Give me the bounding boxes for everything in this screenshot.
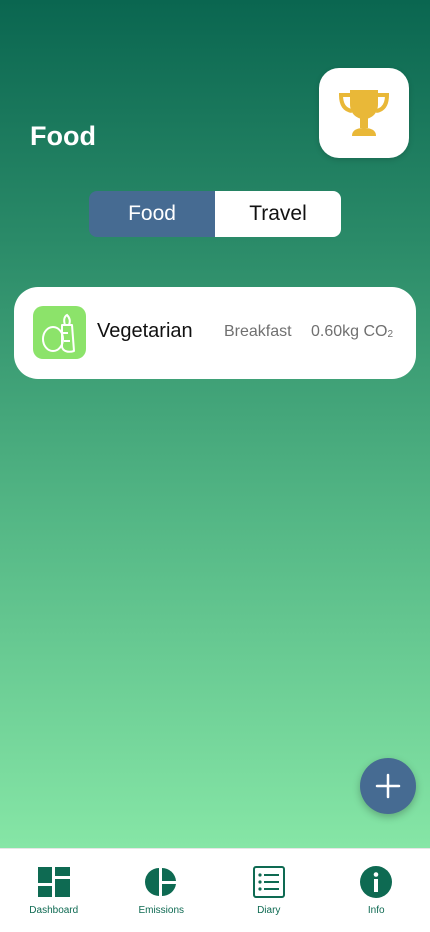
tab-label-info: Info bbox=[367, 905, 385, 916]
entry-meal: Breakfast bbox=[224, 323, 292, 340]
dashboard-icon bbox=[37, 865, 71, 899]
trophy-icon bbox=[338, 90, 390, 136]
entry-co2-value: 0.60kg CO bbox=[311, 323, 388, 340]
tab-info[interactable]: Info bbox=[323, 849, 430, 932]
segment-travel[interactable]: Travel bbox=[215, 191, 341, 237]
tab-dashboard[interactable]: Dashboard bbox=[0, 849, 108, 932]
add-entry-button[interactable] bbox=[360, 758, 416, 814]
entry-co2-subscript: 2 bbox=[387, 329, 394, 340]
diary-entry-card[interactable]: Vegetarian Breakfast 0.60kg CO2 bbox=[14, 287, 416, 379]
main-screen: Food Food Travel Vegetarian Breakfast 0.… bbox=[0, 0, 430, 848]
tab-label-diary: Diary bbox=[257, 905, 281, 916]
info-icon bbox=[359, 865, 393, 899]
entry-co2: 0.60kg CO2 bbox=[311, 323, 393, 341]
page-title: Food bbox=[30, 121, 96, 151]
pie-chart-icon bbox=[144, 865, 178, 899]
entry-name: Vegetarian bbox=[97, 320, 193, 342]
tab-emissions[interactable]: Emissions bbox=[108, 849, 216, 932]
category-segmented-control: Food Travel bbox=[89, 191, 341, 237]
list-icon bbox=[252, 865, 286, 899]
plus-icon bbox=[375, 773, 401, 799]
achievements-button[interactable] bbox=[319, 68, 409, 158]
tab-label-emissions: Emissions bbox=[138, 905, 185, 916]
tab-label-dashboard: Dashboard bbox=[29, 905, 79, 916]
tab-bar: Dashboard Emissions Diary Info bbox=[0, 848, 430, 932]
tab-diary[interactable]: Diary bbox=[215, 849, 323, 932]
vegetables-icon bbox=[33, 306, 86, 359]
segment-food[interactable]: Food bbox=[89, 191, 215, 237]
